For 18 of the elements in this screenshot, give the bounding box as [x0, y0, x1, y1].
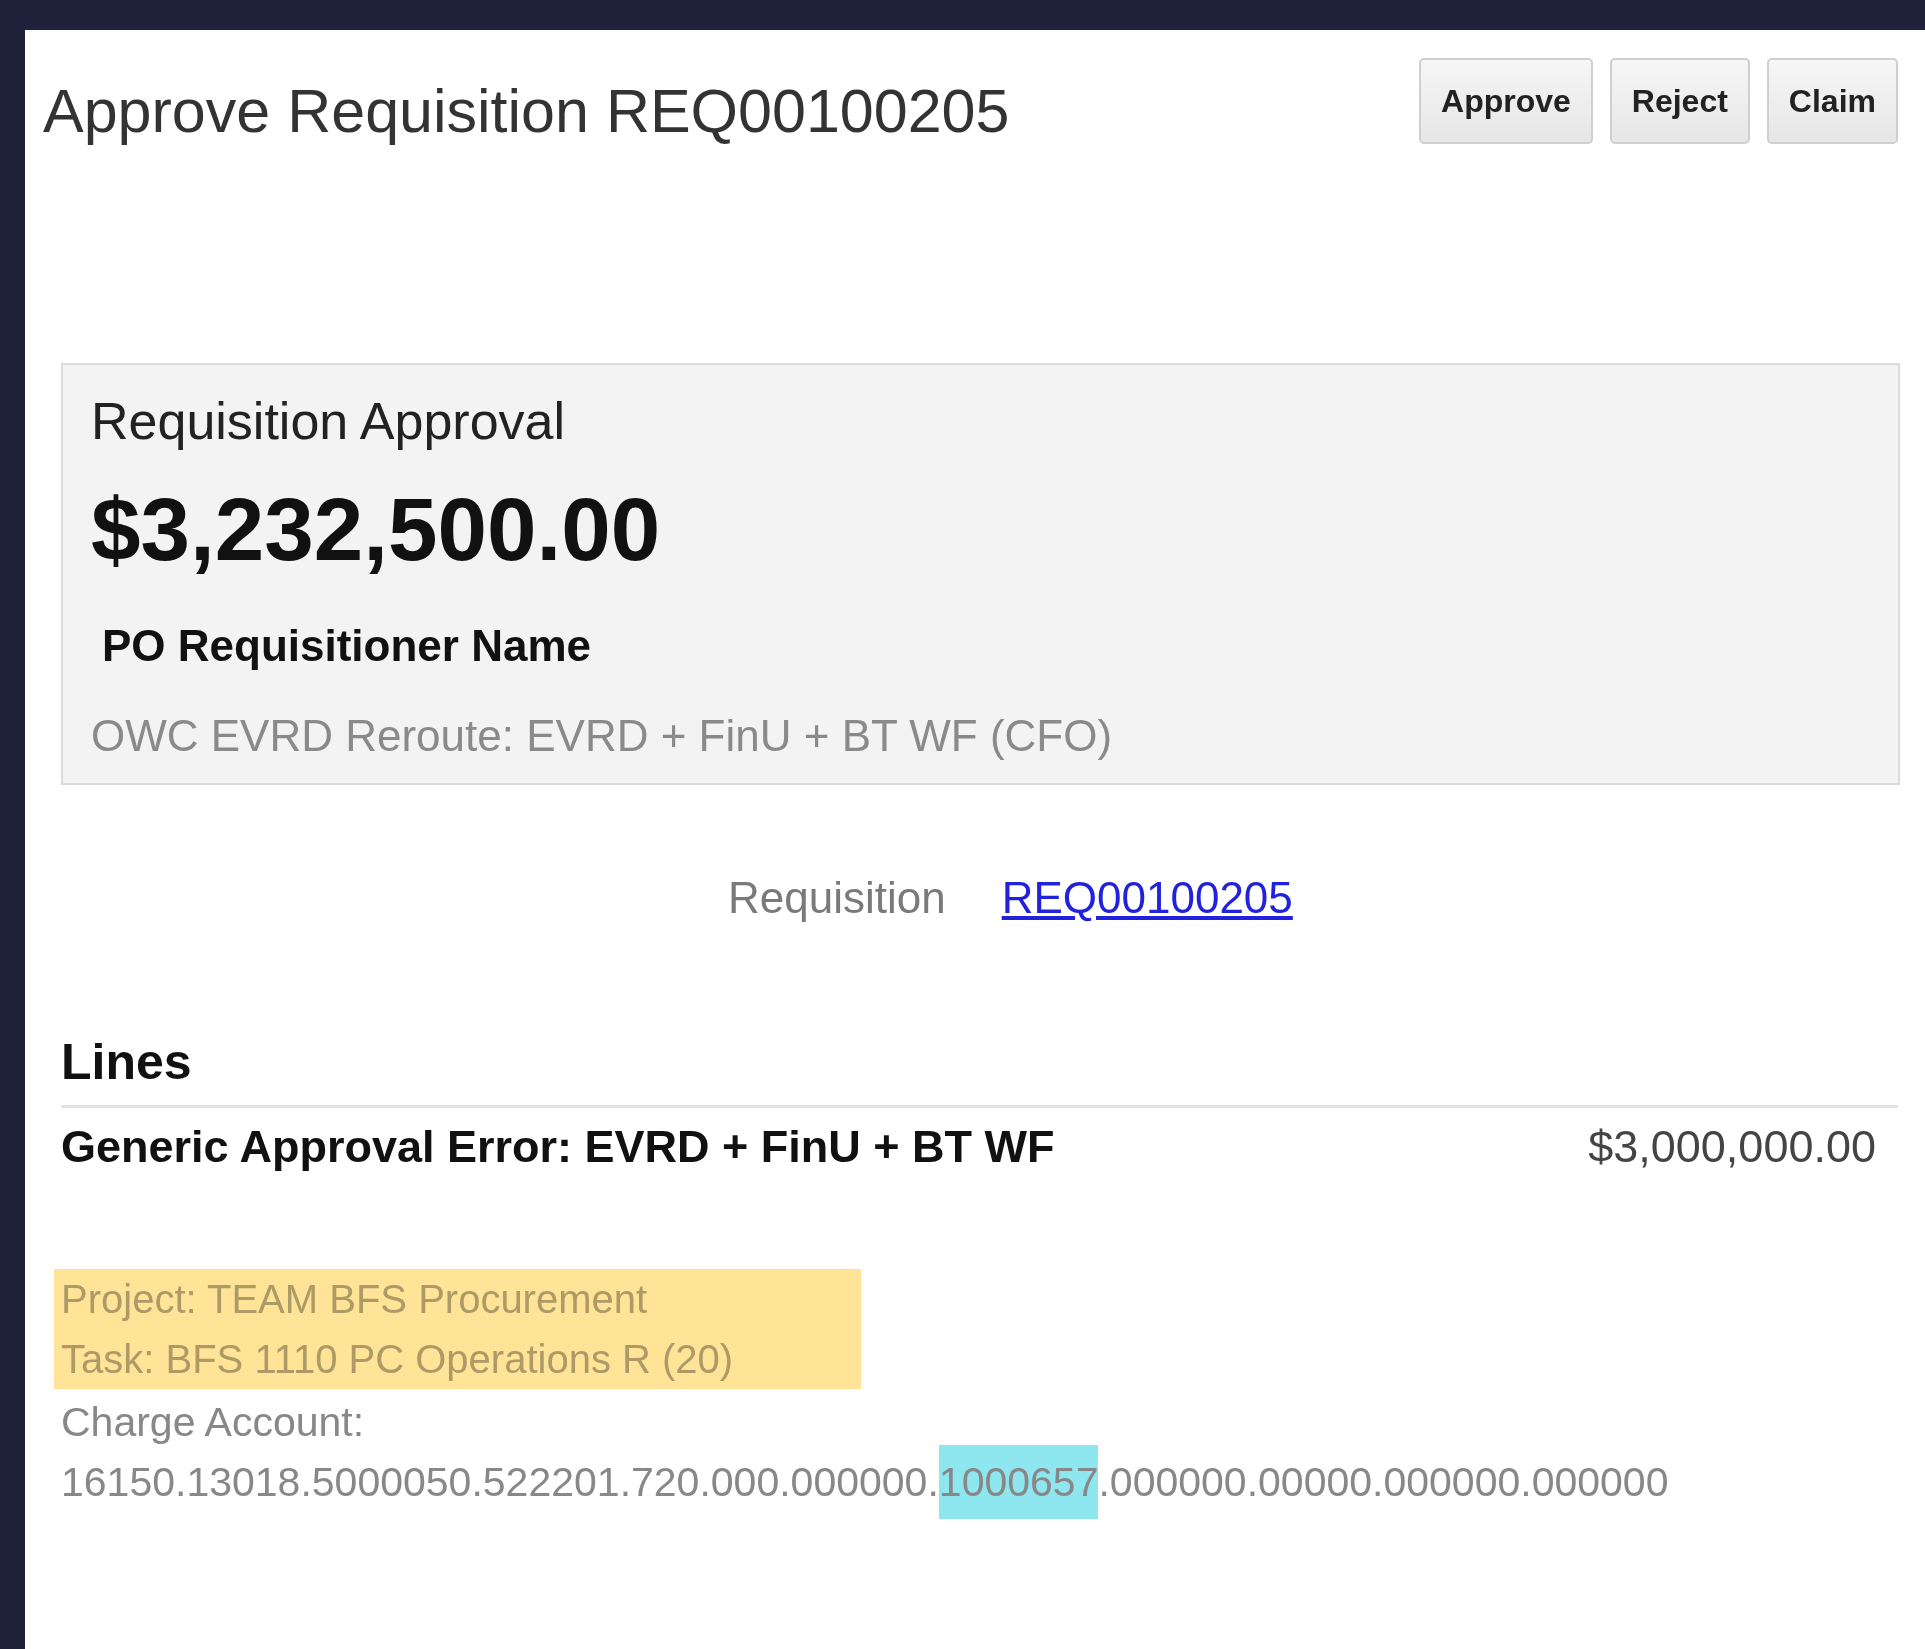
- claim-button[interactable]: Claim: [1766, 58, 1898, 144]
- highlighted-text: Task: BFS 1110 PC Operations R (20): [54, 1329, 861, 1389]
- card-title: Requisition Approval: [91, 391, 566, 452]
- highlighted-text: 1000657: [938, 1445, 1099, 1519]
- section-heading: Lines: [61, 1033, 192, 1092]
- requisition-label: Requisition: [728, 872, 946, 924]
- total-amount: $3,232,500.00: [91, 481, 661, 577]
- route-description: OWC EVRD Reroute: EVRD + FinU + BT WF (CFO): [91, 710, 1113, 762]
- line-description: Generic Approval Error: EVRD + FinU + BT WF: [61, 1120, 1055, 1174]
- requisitioner-label: PO Requisitioner Name: [102, 620, 591, 672]
- account-number: 16150.13018.5000050.522201.720.000.000000.: [61, 1459, 939, 1505]
- requisition-link[interactable]: REQ00100205: [1001, 871, 1293, 925]
- line-amount: $3,000,000.00: [1588, 1120, 1876, 1174]
- approve-button[interactable]: Approve: [1419, 58, 1593, 144]
- reject-button[interactable]: Reject: [1609, 58, 1750, 144]
- charge-account-label: Charge Account:: [61, 1399, 365, 1445]
- account-number: .000000.00000.000000.000000: [1098, 1459, 1669, 1505]
- highlighted-text: Project: TEAM BFS Procurement: [54, 1269, 861, 1329]
